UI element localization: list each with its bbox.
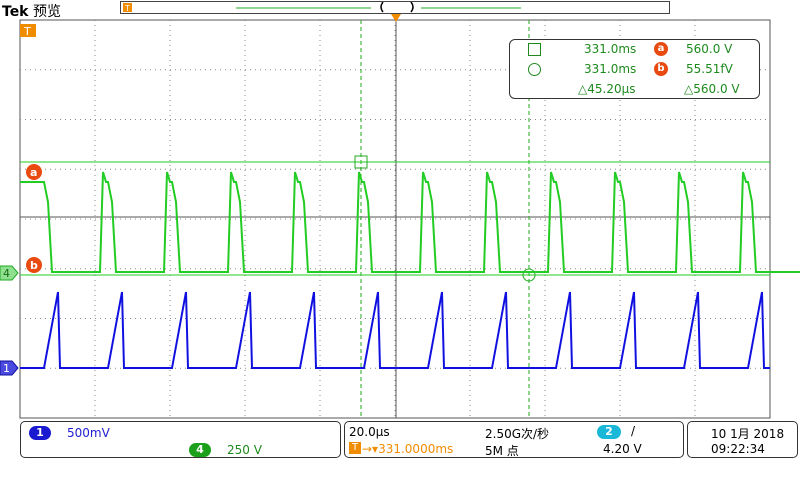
ch4-ground-label: 4 [3, 267, 10, 280]
cursor-a-time: 331.0ms [584, 42, 637, 56]
cursor-b-value: 55.51fV [686, 62, 733, 76]
cursor-b-letter: b [30, 259, 38, 272]
readout-row-a: 331.0ms a 560.0 V [510, 42, 759, 60]
ch1-ground-label: 1 [3, 362, 10, 375]
trigger-icon: T [349, 442, 361, 454]
trigger-level: 4.20 V [603, 442, 642, 456]
status-bar: 1 500mV 4 250 V 20.0µs 2.50G次/秒 T →▾331.… [0, 420, 800, 480]
trigger-level-label: T [23, 25, 31, 38]
trigger-position-icon[interactable] [391, 14, 401, 22]
cursor-b-time: 331.0ms [584, 62, 637, 76]
square-cursor-icon [528, 43, 541, 56]
cursor-a-value: 560.0 V [686, 42, 733, 56]
readout-row-delta: △45.20µs △560.0 V [510, 82, 759, 100]
trigger-position: →▾331.0000ms [362, 442, 454, 456]
ch1-scale: 500mV [67, 426, 110, 440]
ch4-waveform [20, 171, 800, 273]
timebase-value: 20.0µs [349, 425, 390, 439]
cursor-a-letter: a [30, 166, 37, 179]
datetime-panel: 10 1月 2018 09:22:34 [687, 421, 798, 458]
ch1-badge: 1 [29, 426, 51, 440]
channel-scale-panel[interactable]: 1 500mV 4 250 V [20, 421, 341, 458]
delta-time: △45.20µs [578, 82, 636, 96]
delta-voltage: △560.0 V [684, 82, 740, 96]
sample-rate: 2.50G次/秒 [485, 427, 550, 441]
time-display: 09:22:34 [711, 442, 765, 456]
cursor-b-readout-badge: b [654, 62, 668, 76]
trigger-slope-icon: / [631, 424, 636, 438]
cursor-readout-panel[interactable]: 331.0ms a 560.0 V 331.0ms b 55.51fV △45.… [509, 39, 760, 99]
date-display: 10 1月 2018 [711, 427, 785, 441]
ch4-scale: 250 V [227, 443, 262, 457]
ch4-badge: 4 [189, 443, 211, 457]
cursor-a-readout-badge: a [654, 42, 668, 56]
trigger-source-badge: 2 [597, 425, 621, 439]
circle-cursor-icon [528, 63, 541, 76]
timebase-panel[interactable]: 20.0µs 2.50G次/秒 T →▾331.0000ms 5M 点 2 / … [344, 421, 684, 458]
record-length: 5M 点 [485, 444, 519, 458]
readout-row-b: 331.0ms b 55.51fV [510, 62, 759, 80]
